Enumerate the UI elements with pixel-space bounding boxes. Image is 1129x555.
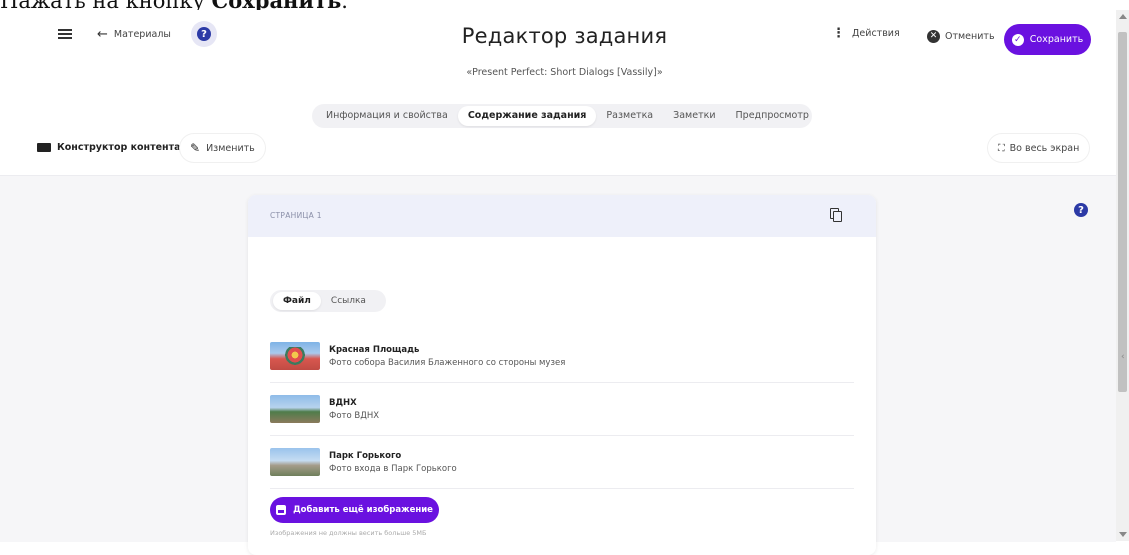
save-label: Сохранить bbox=[1029, 34, 1084, 45]
image-thumbnail bbox=[270, 395, 320, 423]
tab-notes[interactable]: Заметки bbox=[663, 106, 725, 126]
scroll-up-icon[interactable] bbox=[1119, 14, 1127, 19]
fullscreen-icon: ⛶ bbox=[998, 142, 1005, 154]
edit-button[interactable]: ✎ Изменить bbox=[180, 134, 265, 162]
kebab-icon: ⋮ bbox=[832, 25, 845, 41]
image-description: Фото собора Василия Блаженного со сторон… bbox=[329, 357, 566, 368]
image-title: ВДНХ bbox=[329, 397, 357, 408]
size-limit-note: Изображения не должны весить больше 5МБ bbox=[270, 529, 427, 537]
tab-info[interactable]: Информация и свойства bbox=[316, 106, 458, 126]
close-circle-icon: ✕ bbox=[927, 29, 940, 43]
task-subtitle: «Present Perfect: Short Dialogs [Vassily… bbox=[466, 67, 663, 78]
tab-markup[interactable]: Разметка bbox=[596, 106, 663, 126]
image-list: Красная Площадь Фото собора Василия Блаж… bbox=[270, 330, 854, 489]
page-scrollbar[interactable] bbox=[1116, 10, 1129, 541]
add-image-label: Добавить ещё изображение bbox=[293, 505, 433, 515]
instruction-caption: Нажать на кнопку Сохранить. bbox=[0, 0, 348, 13]
constructor-text: Конструктор контента bbox=[57, 142, 181, 153]
switch-file[interactable]: Файл bbox=[273, 292, 321, 310]
content-constructor-label: Конструктор контента bbox=[37, 142, 181, 153]
image-title: Красная Площадь bbox=[329, 344, 420, 355]
copy-page-button[interactable] bbox=[824, 203, 848, 227]
check-circle-icon: ✓ bbox=[1011, 33, 1024, 46]
tab-preview[interactable]: Предпросмотр bbox=[726, 106, 819, 126]
save-button[interactable]: ✓ Сохранить bbox=[1004, 24, 1091, 55]
list-item[interactable]: ВДНХ Фото ВДНХ bbox=[270, 383, 854, 436]
page-label: СТРАНИЦА 1 bbox=[270, 211, 322, 220]
add-image-button[interactable]: Добавить ещё изображение bbox=[270, 497, 439, 523]
fullscreen-button[interactable]: ⛶ Во весь экран bbox=[988, 134, 1089, 162]
editor-tabs: Информация и свойства Содержание задания… bbox=[312, 104, 812, 128]
image-description: Фото входа в Парк Горького bbox=[329, 463, 457, 474]
actions-button[interactable]: ⋮ Действия bbox=[832, 25, 900, 41]
pencil-icon: ✎ bbox=[190, 141, 201, 155]
image-description: Фото ВДНХ bbox=[329, 410, 380, 421]
copy-icon bbox=[830, 208, 842, 222]
cancel-label: Отменить bbox=[945, 30, 995, 42]
image-title: Парк Горького bbox=[329, 450, 402, 461]
page-card-header: СТРАНИЦА 1 bbox=[248, 195, 876, 237]
switch-link[interactable]: Ссылка bbox=[321, 292, 376, 310]
page-card: СТРАНИЦА 1 Файл Ссылка Красная Площадь Ф… bbox=[248, 195, 876, 555]
actions-label: Действия bbox=[852, 28, 900, 39]
scroll-thumb[interactable] bbox=[1118, 32, 1127, 392]
tab-content[interactable]: Содержание задания bbox=[457, 106, 597, 126]
constructor-icon bbox=[37, 143, 51, 152]
edit-label: Изменить bbox=[206, 142, 255, 154]
help-icon[interactable]: ? bbox=[1074, 203, 1088, 217]
image-thumbnail bbox=[270, 448, 320, 476]
fullscreen-label: Во весь экран bbox=[1009, 142, 1080, 154]
chevron-left-icon[interactable]: ‹ bbox=[1121, 352, 1125, 362]
image-thumbnail bbox=[270, 342, 320, 370]
cancel-button[interactable]: ✕ Отменить bbox=[921, 25, 1001, 47]
list-item[interactable]: Красная Площадь Фото собора Василия Блаж… bbox=[270, 330, 854, 383]
list-item[interactable]: Парк Горького Фото входа в Парк Горького bbox=[270, 436, 854, 489]
image-icon bbox=[276, 505, 287, 515]
scroll-down-icon[interactable] bbox=[1119, 532, 1127, 537]
source-switch: Файл Ссылка bbox=[270, 290, 386, 312]
